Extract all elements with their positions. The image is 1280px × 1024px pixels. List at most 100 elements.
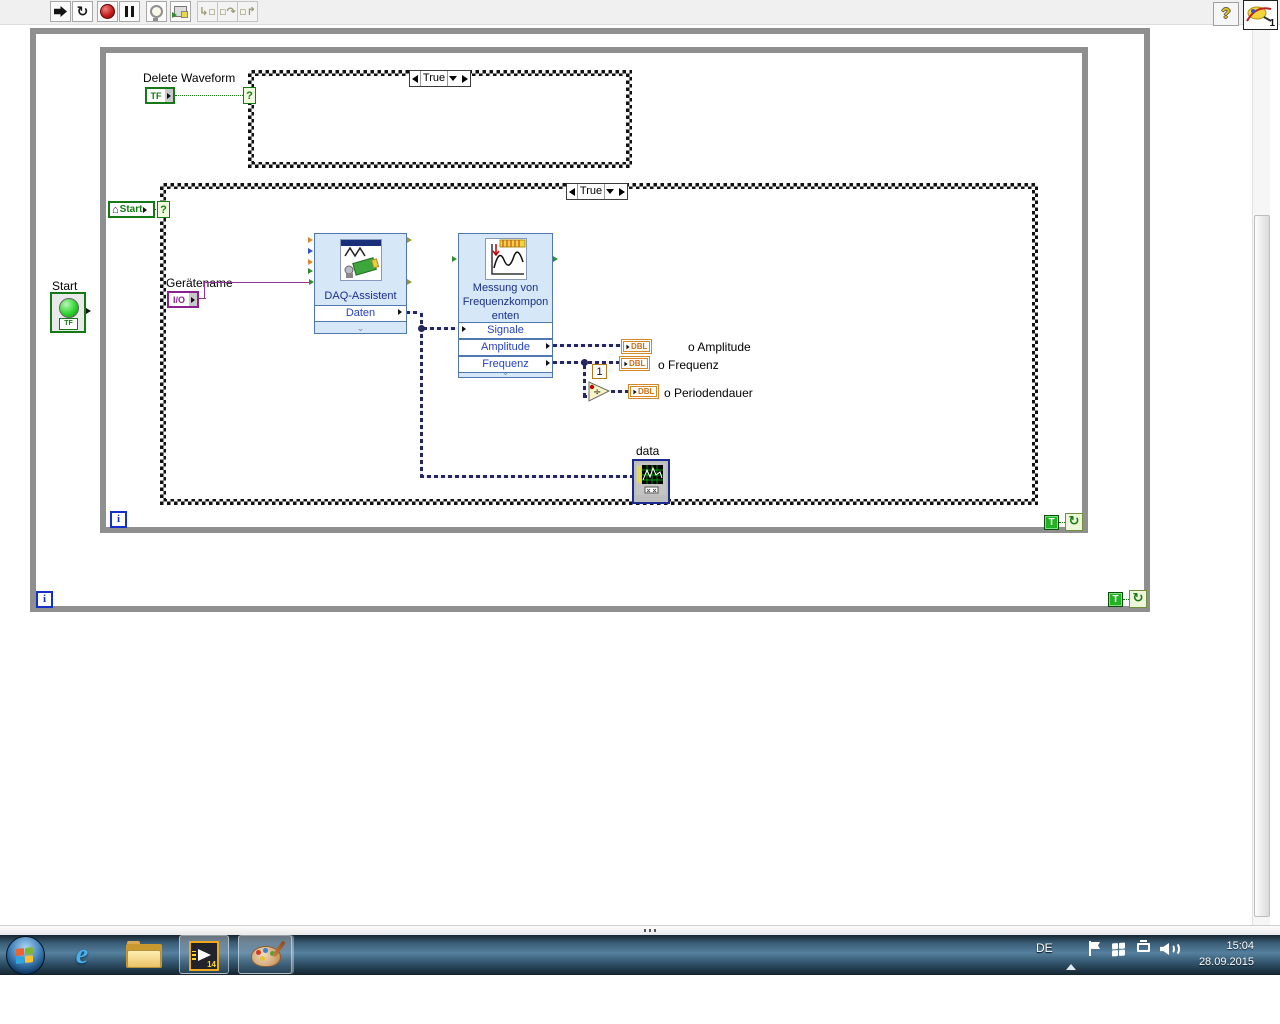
run-continuous-icon: ↻ [76,3,89,20]
daq-output-arrow-icon [407,237,412,243]
folder-icon [126,941,162,969]
delete-waveform-terminal[interactable]: TF [145,87,175,104]
divide-glyph: ÷ [593,387,601,398]
vi-icon[interactable]: 1 [1243,0,1278,30]
windows-update-tray-icon[interactable] [1112,942,1125,957]
step-over-button[interactable]: ▫↷ [217,1,238,22]
vi-icon-number: 1 [1269,18,1275,29]
terminal-arrow-icon [624,361,628,366]
daten-wire [420,311,423,478]
paint-palette-icon [249,940,286,970]
data-graph-terminal[interactable] [632,459,670,504]
step-out-button[interactable]: ▫↱ [237,1,258,22]
case-prev-arrow-icon[interactable] [569,187,575,196]
pause-button[interactable] [119,1,140,22]
outer-true-constant[interactable]: T [1108,592,1123,607]
vertical-scrollbar[interactable] [1252,24,1270,925]
amplitude-wire [553,344,621,347]
case-dropdown-icon[interactable] [449,76,457,81]
start-button-terminal[interactable]: TF [50,292,86,333]
geraetename-terminal[interactable]: I/O [167,291,199,308]
geraetename-label: Gerätename [166,276,233,290]
start-local-variable[interactable]: ⌂ Start [108,201,155,218]
inner-loop-condition-terminal[interactable]: ↻ [1065,513,1083,531]
start-tf-chip: TF [59,318,78,330]
device-wire [204,282,310,283]
inner-true-constant[interactable]: T [1044,515,1059,530]
amplitude-indicator-label: o Amplitude [688,340,751,354]
divide-node[interactable]: ÷ [588,381,611,402]
daten-output-arrow-icon [398,309,402,315]
delete-case-selector-value: True [420,71,448,86]
clock[interactable]: 15:04 28.09.2015 [1199,938,1254,970]
dbl-terminal-frequenz[interactable]: DBL [619,356,651,371]
step-out-icon: ▫↱ [239,5,256,18]
labview-icon-wrap: 14 [184,938,224,974]
clock-date: 28.09.2015 [1198,956,1254,968]
case-next-arrow-icon[interactable] [462,74,468,83]
taskbar-item-labview[interactable]: 14 [179,935,229,974]
step-into-button[interactable]: ↳▫ [197,1,218,22]
abort-button[interactable] [97,1,118,22]
toolbar: ↻ ↳▫ ▫↷ ▫↱ [0,0,1280,25]
windows-logo-icon [16,947,34,964]
case-dropdown-icon[interactable] [606,189,614,194]
terminal-arrow-icon [167,92,171,99]
run-button[interactable] [50,1,71,22]
context-help-button[interactable]: ? [1213,2,1239,26]
taskbar-item-explorer[interactable] [124,937,164,973]
daq-daten-row[interactable]: Daten [315,305,406,322]
coercion-dot [589,384,595,390]
amplitude-output-arrow-icon [546,343,550,349]
run-continuous-button[interactable]: ↻ [72,1,93,22]
daq-input-arrow-icon [308,268,313,274]
messung-signale-row[interactable]: Signale [459,322,552,339]
delete-case-selector-terminal[interactable]: ? [243,87,256,104]
main-case-selector-value: True [577,184,605,199]
taskbar-item-paint[interactable] [238,935,292,974]
expand-chevron-icon[interactable]: ⌄ [459,369,552,378]
daq-assistant-icon [340,239,382,281]
abort-icon [100,4,115,19]
show-hidden-icons-button[interactable] [1066,947,1076,970]
up-arrow-icon [1066,947,1076,970]
messung-input-arrow-icon [452,256,457,262]
frequenz-branch-wire [583,361,586,397]
case-next-arrow-icon[interactable] [619,187,625,196]
main-case-selector[interactable]: True [566,183,628,200]
dbl-terminal-amplitude[interactable]: DBL [621,339,653,354]
expand-chevron-icon[interactable]: ⌄ [315,325,406,334]
delete-waveform-wire [175,95,243,96]
numeric-constant-one[interactable]: 1 [592,364,607,379]
start-menu-button[interactable] [6,936,45,975]
messung-vi[interactable]: Messung von Frequenzkomponenten Signale … [458,233,553,378]
outer-loop-iteration-terminal[interactable]: i [36,591,53,608]
frequenz-indicator-label: o Frequenz [658,358,719,372]
internet-explorer-icon: e [75,939,89,970]
case-prev-arrow-icon[interactable] [412,74,418,83]
messung-icon [485,238,527,280]
vertical-scrollbar-thumb[interactable] [1254,215,1270,917]
highlight-execution-button[interactable] [146,1,167,22]
daq-wired-input-arrow-icon [309,279,314,285]
periodendauer-indicator-label: o Periodendauer [664,386,753,400]
dbl-terminal-periodendauer[interactable]: DBL [628,384,660,399]
clock-time: 15:04 [1226,940,1254,952]
terminal-arrow-icon [633,389,637,394]
taskbar: e 14 DE 15:04 28.09.2015 [0,935,1280,975]
daq-output-arrow-icon [407,279,412,285]
signale-branch-wire [423,327,460,330]
terminal-arrow-icon [626,344,630,349]
start-output-arrow-icon [86,308,91,314]
retain-wire-values-button[interactable] [170,1,191,22]
daq-assistant-vi[interactable]: DAQ-Assistent Daten ⌄ [314,233,407,334]
delete-case-selector[interactable]: True [409,70,471,87]
daq-assistant-title: DAQ-Assistent [324,290,397,302]
outer-loop-condition-terminal[interactable]: ↻ [1129,590,1147,608]
taskbar-item-internet-explorer[interactable]: e [62,937,102,973]
main-case-selector-terminal[interactable]: ? [157,201,170,218]
language-indicator[interactable]: DE [1036,941,1053,955]
inner-loop-iteration-terminal[interactable]: i [110,511,127,528]
messung-amplitude-row[interactable]: Amplitude [459,339,552,356]
labview-version-badge: 14 [207,960,216,969]
